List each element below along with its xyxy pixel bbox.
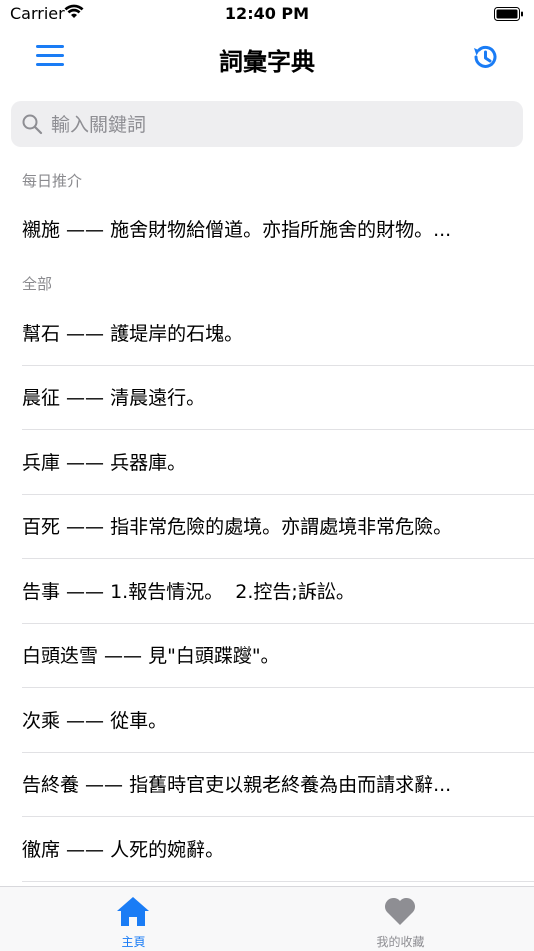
list-item-text: 告終養 —— 指舊時官吏以親老終養為由而請求辭... — [22, 774, 452, 796]
home-icon — [116, 895, 150, 931]
list-item[interactable]: 告終養 —— 指舊時官吏以親老終養為由而請求辭... — [0, 753, 534, 817]
list-item-text: 告事 —— 1.報告情況。 2.控告;訴訟。 — [22, 581, 355, 603]
list-item-text: 幫石 —— 護堤岸的石塊。 — [22, 323, 244, 345]
divider — [22, 881, 534, 882]
daily-item-text: 襯施 —— 施舍財物給僧道。亦指所施舍的財物。... — [22, 219, 452, 241]
list-item-text: 白頭迭雪 —— 見"白頭蹀躞"。 — [22, 645, 280, 667]
nav-bar: 詞彙字典 — [0, 30, 534, 88]
list-item-text: 次乘 —— 從車。 — [22, 710, 168, 732]
search-bar[interactable] — [11, 101, 523, 149]
status-bar: Carrier 12:40 PM — [0, 0, 534, 30]
list-item-text: 徹席 —— 人死的婉辭。 — [22, 839, 225, 861]
divider — [22, 558, 534, 559]
list-item[interactable]: 次乘 —— 從車。 — [0, 689, 534, 753]
divider — [22, 429, 534, 430]
list-item-text: 晨征 —— 清晨遠行。 — [22, 387, 206, 409]
tab-home-label: 主頁 — [121, 935, 146, 949]
search-input[interactable] — [49, 101, 513, 149]
battery-icon — [494, 6, 524, 25]
section-header-all: 全部 — [22, 275, 53, 293]
search-icon — [21, 113, 43, 139]
tab-favorites[interactable]: 我的收藏 — [267, 887, 534, 951]
divider — [22, 816, 534, 817]
history-button[interactable] — [470, 42, 500, 72]
list-item[interactable]: 告事 —— 1.報告情況。 2.控告;訴訟。 — [0, 560, 534, 624]
page-title: 詞彙字典 — [219, 48, 315, 76]
list-item[interactable]: 百死 —— 指非常危險的處境。亦謂處境非常危險。 — [0, 495, 534, 559]
divider — [22, 687, 534, 688]
list-item[interactable]: 兵庫 —— 兵器庫。 — [0, 431, 534, 495]
daily-item[interactable]: 襯施 —— 施舍財物給僧道。亦指所施舍的財物。... — [0, 198, 534, 262]
tab-home[interactable]: 主頁 — [0, 887, 267, 951]
section-header-daily: 每日推介 — [22, 172, 83, 190]
heart-icon — [383, 895, 417, 931]
list-item[interactable]: 晨征 —— 清晨遠行。 — [0, 366, 534, 430]
list-item-text: 兵庫 —— 兵器庫。 — [22, 452, 187, 474]
list-item[interactable]: 徹席 —— 人死的婉辭。 — [0, 818, 534, 882]
clock: 12:40 PM — [224, 4, 310, 23]
list-item[interactable]: 幫石 —— 護堤岸的石塊。 — [0, 302, 534, 366]
list-item-text: 百死 —— 指非常危險的處境。亦謂處境非常危險。 — [22, 516, 453, 538]
tab-bar: 主頁 我的收藏 — [0, 886, 534, 951]
tab-favorites-label: 我的收藏 — [376, 935, 425, 949]
list-item[interactable]: 白頭迭雪 —— 見"白頭蹀躞"。 — [0, 624, 534, 688]
history-icon — [474, 45, 497, 68]
